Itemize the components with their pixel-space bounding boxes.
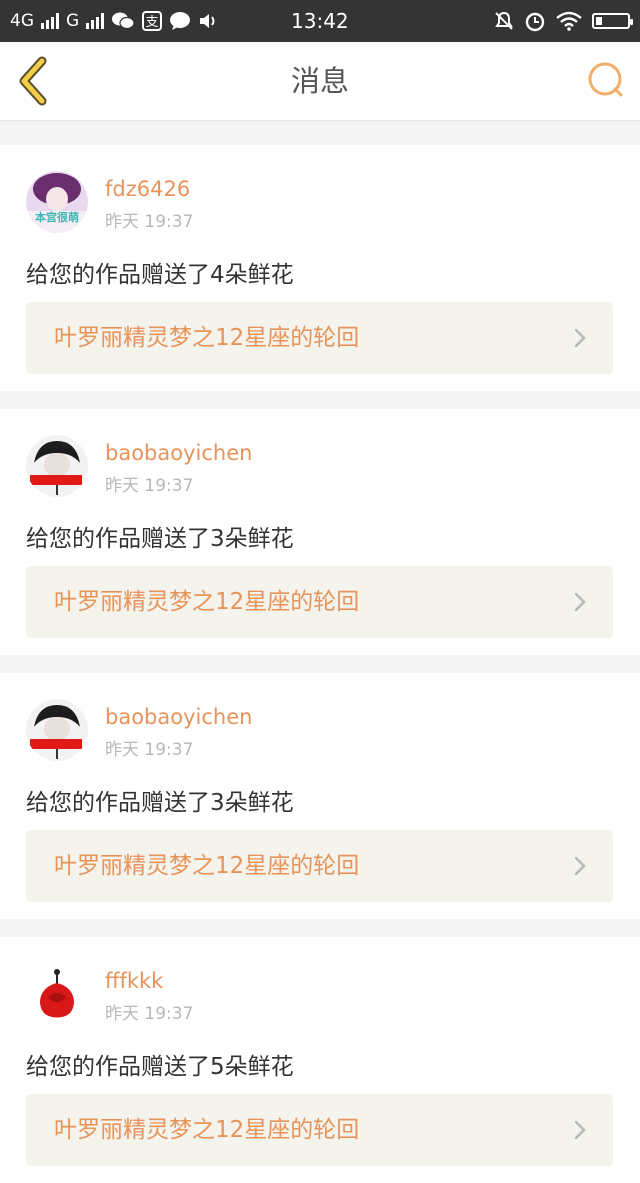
alarm-icon: [524, 10, 546, 32]
svg-text:支: 支: [146, 15, 159, 30]
work-title: 叶罗丽精灵梦之12星座的轮回: [54, 1117, 360, 1143]
message-text: 给您的作品赠送了3朵鲜花: [26, 526, 294, 552]
wifi-icon: [556, 11, 582, 31]
battery-icon: [592, 13, 633, 29]
search-icon: [588, 62, 623, 97]
message-card: fffkkk 昨天 19:37 给您的作品赠送了5朵鲜花 叶罗丽精灵梦之12星座…: [0, 937, 640, 1183]
network-type-2: G: [66, 11, 80, 31]
network-type-1: 4G: [10, 11, 34, 31]
message-icon: [169, 11, 191, 31]
message-card: baobaoyichen 昨天 19:37 给您的作品赠送了3朵鲜花 叶罗丽精灵…: [0, 409, 640, 655]
work-link[interactable]: 叶罗丽精灵梦之12星座的轮回: [26, 1094, 613, 1166]
timestamp: 昨天 19:37: [105, 740, 194, 760]
message-card: 本宫很萌 fdz6426 昨天 19:37 给您的作品赠送了4朵鲜花 叶罗丽精灵…: [0, 145, 640, 391]
message-card: baobaoyichen 昨天 19:37 给您的作品赠送了3朵鲜花 叶罗丽精灵…: [0, 673, 640, 919]
avatar[interactable]: 本宫很萌: [26, 171, 88, 233]
message-text: 给您的作品赠送了5朵鲜花: [26, 1054, 294, 1080]
timestamp: 昨天 19:37: [105, 476, 194, 496]
username[interactable]: baobaoyichen: [105, 441, 252, 465]
username[interactable]: fffkkk: [105, 969, 163, 993]
top-nav-bar: 消息: [0, 42, 640, 121]
message-text: 给您的作品赠送了3朵鲜花: [26, 790, 294, 816]
chevron-right-icon: [574, 592, 586, 612]
search-button[interactable]: [586, 60, 626, 100]
alipay-icon: 支: [142, 11, 163, 31]
message-text: 给您的作品赠送了4朵鲜花: [26, 262, 294, 288]
volume-icon: [198, 11, 220, 31]
username[interactable]: fdz6426: [105, 177, 190, 201]
chevron-right-icon: [574, 1120, 586, 1140]
timestamp: 昨天 19:37: [105, 212, 194, 232]
status-time: 13:42: [291, 9, 349, 33]
work-link[interactable]: 叶罗丽精灵梦之12星座的轮回: [26, 302, 613, 374]
chevron-right-icon: [574, 856, 586, 876]
page-title: 消息: [290, 64, 349, 98]
work-link[interactable]: 叶罗丽精灵梦之12星座的轮回: [26, 830, 613, 902]
avatar[interactable]: [26, 435, 88, 497]
signal-icon-2: [86, 13, 105, 29]
avatar[interactable]: [26, 699, 88, 761]
work-title: 叶罗丽精灵梦之12星座的轮回: [54, 589, 360, 615]
work-title: 叶罗丽精灵梦之12星座的轮回: [54, 325, 360, 351]
avatar-caption: 本宫很萌: [35, 211, 79, 224]
work-link[interactable]: 叶罗丽精灵梦之12星座的轮回: [26, 566, 613, 638]
chevron-right-icon: [574, 328, 586, 348]
username[interactable]: baobaoyichen: [105, 705, 252, 729]
signal-icon: [41, 13, 59, 29]
wechat-icon: [111, 11, 135, 31]
timestamp: 昨天 19:37: [105, 1004, 194, 1024]
work-title: 叶罗丽精灵梦之12星座的轮回: [54, 853, 360, 879]
avatar[interactable]: [26, 963, 88, 1025]
status-bar: 4G G 支 13:42: [0, 0, 640, 42]
mute-icon: [494, 11, 514, 31]
